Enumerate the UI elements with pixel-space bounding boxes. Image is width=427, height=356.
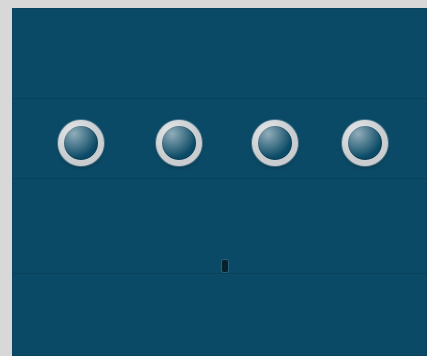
pin-slots (12, 120, 427, 170)
pin-slot-3[interactable] (252, 120, 298, 166)
lock-screen-panel (12, 8, 427, 356)
pin-slot-1[interactable] (58, 120, 104, 166)
pin-slot-2[interactable] (156, 120, 202, 166)
divider-bottom (12, 273, 427, 274)
divider-top (12, 98, 427, 99)
divider-middle (12, 178, 427, 179)
pin-slot-4[interactable] (342, 120, 388, 166)
screen-frame (0, 0, 427, 356)
pointer-cursor-icon (222, 260, 228, 272)
